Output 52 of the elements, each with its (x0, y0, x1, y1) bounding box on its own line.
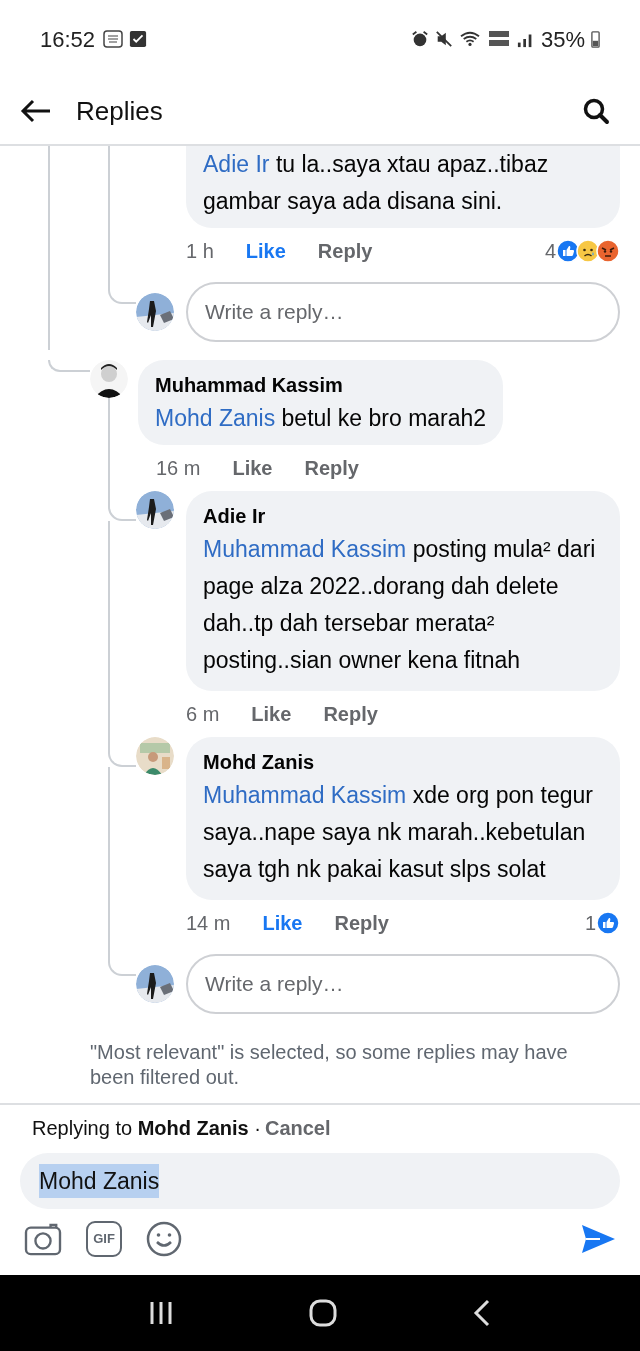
app-notification-icon (103, 29, 124, 49)
clock: 16:52 (40, 25, 96, 54)
filter-note: "Most relevant" is selected, so some replies may have been filtered out. (89, 1040, 569, 1090)
wifi-icon (458, 30, 481, 48)
comment-text: Muhammad Kassim posting mula² dari page alza 2022..dorang dah delete dah..tp dah tersebar merata² posting..sian owner kena fitnah (203, 535, 597, 675)
comment-time: 1 h (186, 239, 214, 264)
gif-button[interactable]: GIF (86, 1221, 122, 1257)
reaction-count: 4 (544, 239, 556, 264)
comment-time: 6 m (186, 702, 220, 727)
sad-reaction-icon (576, 239, 600, 263)
comment-author: Adie Ir (203, 504, 267, 529)
battery-percent: 35% (540, 25, 585, 54)
like-link[interactable]: Like (232, 453, 273, 483)
search-icon[interactable] (582, 97, 610, 125)
battery-icon (591, 30, 600, 48)
comment-author: Mohd Zanis (203, 750, 316, 775)
like-link[interactable]: Like (251, 699, 292, 729)
thread-connector (48, 360, 90, 372)
like-reaction-icon (556, 239, 580, 263)
comment-text: Muhammad Kassim xde org pon tegur saya..nape saya nk marah..kebetulan saya tgh nk pakai kasut slps solat (203, 781, 594, 884)
comment-time: 14 m (186, 911, 231, 936)
reaction-count: 1 (584, 911, 596, 936)
comment-author: Muhammad Kassim (155, 373, 344, 398)
alarm-icon (410, 30, 429, 48)
header-title: Replies (76, 94, 163, 128)
reply-link[interactable]: Reply (317, 236, 373, 266)
mention-link[interactable]: Mohd Zanis (155, 405, 276, 431)
like-link[interactable]: Like (245, 236, 286, 266)
home-icon[interactable] (309, 1299, 337, 1327)
send-icon[interactable] (580, 1223, 616, 1255)
mention-link[interactable]: Adie Ir (203, 151, 270, 177)
replying-to-text: Replying to Mohd Zanis · (32, 1116, 261, 1141)
reply-field[interactable]: Write a reply… (186, 282, 620, 342)
reply-field[interactable]: Write a reply… (186, 954, 620, 1014)
comment-text: Mohd Zanis betul ke bro marah2 (155, 404, 487, 433)
like-link[interactable]: Like (262, 908, 303, 938)
mention-link[interactable]: Muhammad Kassim (203, 782, 407, 808)
comment-time: 16 m (156, 456, 201, 481)
angry-reaction-icon (596, 239, 620, 263)
mention-link[interactable]: Muhammad Kassim (203, 536, 407, 562)
back-arrow-icon[interactable] (20, 99, 52, 123)
camera-icon[interactable] (24, 1222, 62, 1256)
like-reaction-icon (596, 911, 620, 935)
reply-link[interactable]: Reply (304, 453, 359, 483)
comment-text: Adie Ir tu la..saya xtau apaz..tibaz gambar saya ada disana sini. (203, 150, 550, 216)
mute-icon (434, 30, 453, 48)
cancel-link[interactable]: Cancel (264, 1113, 331, 1143)
checkbox-notification-icon (129, 30, 148, 48)
reply-link[interactable]: Reply (334, 908, 389, 938)
comment-field[interactable]: Mohd Zanis (20, 1153, 620, 1209)
emoji-icon[interactable] (146, 1221, 182, 1257)
reply-link[interactable]: Reply (323, 699, 378, 729)
